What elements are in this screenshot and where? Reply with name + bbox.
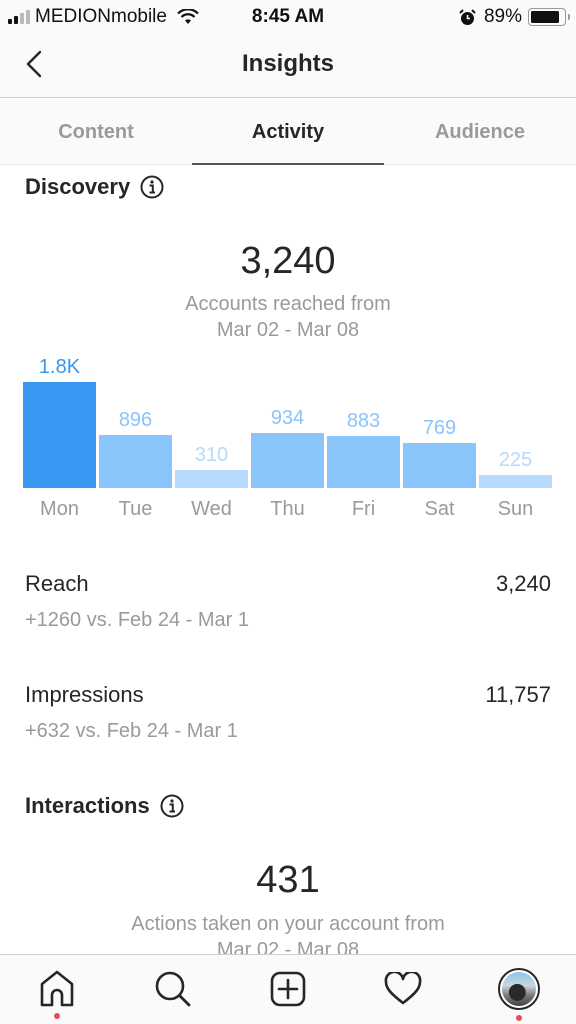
x-tick-label: Mon — [40, 498, 79, 520]
interactions-title: Interactions — [25, 793, 150, 818]
bar-value-label: 769 — [422, 417, 457, 439]
interactions-header: Interactions — [25, 793, 184, 819]
nav-new-post-button[interactable] — [268, 969, 308, 1009]
accounts-reached-range: Mar 02 - Mar 08 — [216, 319, 360, 341]
tab-activity[interactable]: Activity — [192, 99, 384, 165]
accounts-reached-total: 3,240 — [240, 240, 336, 282]
discovery-header: Discovery — [25, 174, 164, 200]
home-notification-dot — [54, 1013, 60, 1019]
home-icon — [40, 970, 74, 1007]
bar-wed[interactable] — [175, 470, 248, 488]
tab-audience[interactable]: Audience — [384, 99, 576, 164]
status-bar: MEDIONmobile 8:45 AM 89% — [0, 0, 576, 40]
avatar-image — [502, 972, 536, 1006]
avatar — [498, 968, 540, 1010]
content-scroll[interactable]: Discovery 3,240 Accounts reached from Ma… — [0, 166, 576, 954]
tab-content[interactable]: Content — [0, 99, 192, 164]
bar-fri[interactable] — [327, 436, 400, 488]
metric-row-impressions[interactable]: Impressions 11,757 +632 vs. Feb 24 - Mar… — [25, 682, 551, 752]
bar-value-label: 310 — [194, 444, 229, 466]
nav-home-button[interactable] — [37, 969, 77, 1009]
metric-row-reach[interactable]: Reach 3,240 +1260 vs. Feb 24 - Mar 1 — [25, 571, 551, 641]
metric-value: 3,240 — [495, 571, 551, 596]
page-title: Insights — [241, 50, 334, 77]
x-tick-label: Tue — [118, 498, 153, 520]
nav-search-button[interactable] — [153, 969, 193, 1009]
metric-delta: +1260 vs. Feb 24 - Mar 1 — [25, 609, 250, 631]
bar-sat[interactable] — [403, 443, 476, 488]
interactions-range: Mar 02 - Mar 08 — [216, 939, 360, 954]
metric-label: Impressions — [25, 682, 144, 707]
bar-tue[interactable] — [99, 435, 172, 488]
nav-profile-button[interactable] — [497, 967, 541, 1011]
interactions-total: 431 — [256, 859, 320, 901]
nav-activity-button[interactable] — [383, 969, 423, 1009]
x-tick-label: Thu — [270, 498, 305, 520]
battery-percent: 89% — [483, 6, 522, 27]
x-tick-label: Fri — [351, 498, 376, 520]
heart-icon — [384, 972, 422, 1005]
status-right: 89% — [459, 6, 570, 28]
x-tick-label: Wed — [191, 498, 232, 520]
alarm-icon — [459, 8, 476, 25]
profile-notification-dot — [516, 1015, 522, 1021]
metric-value: 11,757 — [485, 682, 551, 707]
interactions-caption: Actions taken on your account from — [131, 913, 445, 935]
accounts-reached-caption: Accounts reached from — [185, 293, 391, 315]
search-icon — [155, 971, 191, 1007]
info-icon[interactable] — [160, 794, 184, 818]
battery-fill — [531, 11, 560, 23]
x-tick-label: Sun — [497, 498, 534, 520]
bar-value-label: 225 — [498, 449, 533, 471]
bar-value-label: 883 — [346, 410, 381, 432]
reach-bar-chart: 1.8K Mon 896 Tue 310 Wed 934 Thu 883 Fri 769 Sat 225… — [0, 346, 576, 521]
battery-icon — [528, 8, 570, 26]
metric-delta: +632 vs. Feb 24 - Mar 1 — [25, 720, 238, 742]
bar-value-label: 896 — [118, 409, 153, 431]
bar-value-label: 934 — [270, 407, 305, 429]
bar-value-label: 1.8K — [38, 356, 81, 378]
info-icon[interactable] — [140, 175, 164, 199]
plus-square-icon — [270, 971, 306, 1007]
bar-mon[interactable] — [23, 382, 96, 488]
bar-thu[interactable] — [251, 433, 324, 488]
tab-bar: Content Activity Audience — [0, 99, 576, 165]
nav-header: Insights — [0, 40, 576, 98]
bottom-nav — [0, 954, 576, 1024]
x-tick-label: Sat — [424, 498, 455, 520]
bar-sun[interactable] — [479, 475, 552, 488]
discovery-title: Discovery — [25, 174, 131, 199]
metric-label: Reach — [25, 571, 89, 596]
